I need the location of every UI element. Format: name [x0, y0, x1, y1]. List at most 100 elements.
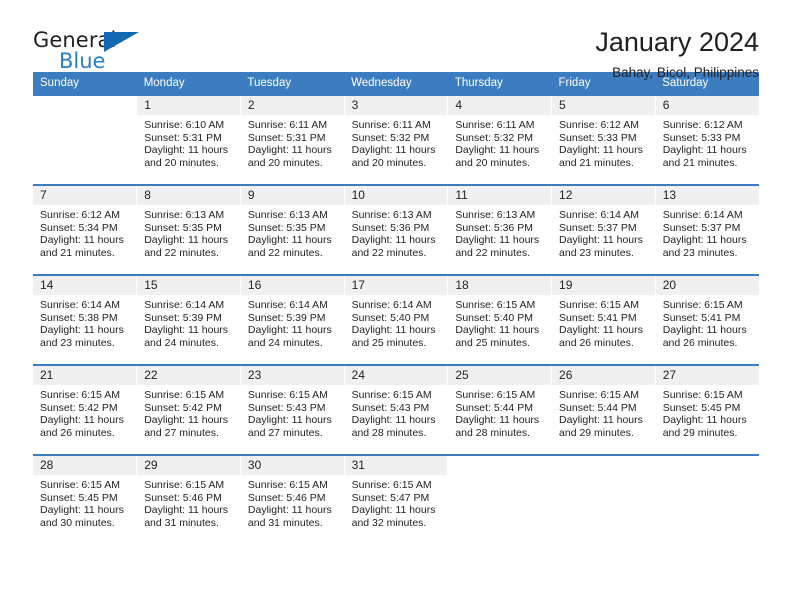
- day-number: 7: [33, 186, 137, 205]
- day-cell-inner: [448, 456, 552, 545]
- calendar-day-cell[interactable]: 1 Sunrise: 6:10 AM Sunset: 5:31 PM Daylight…: [136, 94, 241, 185]
- detail-daylight1: Daylight: 11 hours: [351, 144, 436, 157]
- calendar-day-cell[interactable]: 6 Sunrise: 6:12 AM Sunset: 5:33 PM Daylight…: [655, 94, 759, 185]
- calendar-day-cell[interactable]: 4 Sunrise: 6:11 AM Sunset: 5:32 PM Daylight…: [447, 94, 553, 185]
- calendar-day-cell[interactable]: 26 Sunrise: 6:15 AM Sunset: 5:44 PM Dayligh…: [551, 364, 656, 455]
- detail-sunset: Sunset: 5:33 PM: [662, 131, 741, 144]
- day-cell-inner: 5 Sunrise: 6:12 AM Sunset: 5:33 PM Daylight…: [552, 96, 655, 184]
- detail-daylight1: Daylight: 11 hours: [662, 414, 747, 427]
- day-details: Sunrise: 6:15 AM Sunset: 5:41 PM Daylight:…: [656, 295, 759, 349]
- day-number: 12: [552, 186, 655, 205]
- detail-sunrise: Sunrise: 6:15 AM: [247, 479, 328, 491]
- day-number: [33, 96, 137, 115]
- detail-daylight1: Daylight: 11 hours: [559, 324, 643, 337]
- detail-sunset: Sunset: 5:45 PM: [662, 401, 741, 414]
- detail-sunset: Sunset: 5:39 PM: [247, 311, 326, 324]
- day-details: Sunrise: 6:15 AM Sunset: 5:45 PM Daylight:…: [656, 385, 759, 439]
- calendar-day-cell[interactable]: 29 Sunrise: 6:15 AM Sunset: 5:46 PM Dayligh…: [136, 454, 241, 545]
- detail-sunset: Sunset: 5:44 PM: [559, 401, 637, 414]
- day-details: Sunrise: 6:10 AM Sunset: 5:31 PM Daylight:…: [137, 115, 240, 169]
- weekday-header-wednesday: Wednesday: [344, 72, 448, 95]
- detail-daylight2: and 21 minutes.: [40, 246, 115, 259]
- calendar-day-cell[interactable]: 12 Sunrise: 6:14 AM Sunset: 5:37 PM Dayligh…: [551, 184, 656, 275]
- calendar-day-cell[interactable]: 13 Sunrise: 6:14 AM Sunset: 5:37 PM Dayligh…: [655, 184, 759, 275]
- calendar-day-cell[interactable]: 16 Sunrise: 6:14 AM Sunset: 5:39 PM Dayligh…: [240, 274, 345, 365]
- detail-sunrise: Sunrise: 6:15 AM: [144, 479, 225, 491]
- day-cell-inner: 26 Sunrise: 6:15 AM Sunset: 5:44 PM Dayligh…: [552, 366, 655, 454]
- page-header: General Blue January 2024 Bahay, Bicol, …: [33, 0, 759, 80]
- calendar-day-cell[interactable]: 15 Sunrise: 6:14 AM Sunset: 5:39 PM Dayligh…: [136, 274, 241, 365]
- day-cell-inner: 19 Sunrise: 6:15 AM Sunset: 5:41 PM Dayligh…: [552, 276, 655, 364]
- calendar-day-cell[interactable]: 5 Sunrise: 6:12 AM Sunset: 5:33 PM Daylight…: [551, 94, 656, 185]
- detail-sunset: Sunset: 5:42 PM: [144, 401, 222, 414]
- day-number: 16: [240, 276, 344, 295]
- detail-daylight2: and 31 minutes.: [144, 516, 219, 529]
- calendar-day-cell[interactable]: 7 Sunrise: 6:12 AM Sunset: 5:34 PM Daylight…: [33, 184, 138, 275]
- calendar-day-cell[interactable]: 8 Sunrise: 6:13 AM Sunset: 5:35 PM Daylight…: [136, 184, 241, 275]
- day-details: Sunrise: 6:15 AM Sunset: 5:47 PM Daylight:…: [345, 475, 448, 529]
- detail-daylight1: Daylight: 11 hours: [559, 144, 643, 157]
- calendar-day-cell[interactable]: 25 Sunrise: 6:15 AM Sunset: 5:44 PM Dayligh…: [447, 364, 553, 455]
- day-cell-inner: 23 Sunrise: 6:15 AM Sunset: 5:43 PM Dayligh…: [240, 366, 344, 454]
- calendar-day-cell[interactable]: 17 Sunrise: 6:14 AM Sunset: 5:40 PM Dayligh…: [344, 274, 449, 365]
- calendar-day-cell[interactable]: 20 Sunrise: 6:15 AM Sunset: 5:41 PM Dayligh…: [655, 274, 759, 365]
- calendar-day-cell[interactable]: 27 Sunrise: 6:15 AM Sunset: 5:45 PM Dayligh…: [655, 364, 759, 455]
- calendar-day-cell[interactable]: 23 Sunrise: 6:15 AM Sunset: 5:43 PM Dayligh…: [240, 364, 345, 455]
- calendar-day-cell[interactable]: 10 Sunrise: 6:13 AM Sunset: 5:36 PM Dayligh…: [344, 184, 449, 275]
- day-number: 31: [344, 456, 448, 475]
- calendar-day-cell[interactable]: 3 Sunrise: 6:11 AM Sunset: 5:32 PM Daylight…: [344, 94, 449, 185]
- day-number: 18: [448, 276, 552, 295]
- day-cell-inner: 13 Sunrise: 6:14 AM Sunset: 5:37 PM Dayligh…: [655, 186, 759, 274]
- calendar-body: 1 Sunrise: 6:10 AM Sunset: 5:31 PM Daylight…: [33, 94, 759, 545]
- day-number: 19: [552, 276, 655, 295]
- detail-sunrise: Sunrise: 6:11 AM: [455, 119, 535, 131]
- day-cell-inner: 4 Sunrise: 6:11 AM Sunset: 5:32 PM Daylight…: [448, 96, 552, 184]
- calendar-day-cell[interactable]: 14 Sunrise: 6:14 AM Sunset: 5:38 PM Dayligh…: [33, 274, 138, 365]
- detail-sunset: Sunset: 5:42 PM: [40, 401, 118, 414]
- calendar-day-cell[interactable]: 19 Sunrise: 6:15 AM Sunset: 5:41 PM Dayligh…: [551, 274, 656, 365]
- detail-daylight2: and 21 minutes.: [662, 156, 738, 169]
- day-cell-inner: 1 Sunrise: 6:10 AM Sunset: 5:31 PM Daylight…: [137, 96, 240, 184]
- detail-daylight1: Daylight: 11 hours: [40, 414, 124, 427]
- detail-daylight2: and 28 minutes.: [351, 426, 427, 439]
- day-cell-inner: 7 Sunrise: 6:12 AM Sunset: 5:34 PM Daylight…: [33, 186, 137, 274]
- detail-daylight2: and 23 minutes.: [40, 336, 115, 349]
- weekday-header-sunday: Sunday: [33, 72, 137, 95]
- weekday-header-thursday: Thursday: [447, 72, 552, 95]
- calendar-empty-cell: [447, 454, 553, 545]
- detail-sunrise: Sunrise: 6:15 AM: [559, 389, 639, 401]
- detail-sunrise: Sunrise: 6:13 AM: [455, 209, 536, 221]
- general-blue-logo[interactable]: General Blue: [33, 25, 153, 73]
- detail-daylight1: Daylight: 11 hours: [559, 414, 643, 427]
- calendar-day-cell[interactable]: 21 Sunrise: 6:15 AM Sunset: 5:42 PM Dayligh…: [33, 364, 138, 455]
- day-details: Sunrise: 6:13 AM Sunset: 5:36 PM Daylight:…: [345, 205, 448, 259]
- detail-daylight2: and 20 minutes.: [455, 156, 531, 169]
- day-details: Sunrise: 6:15 AM Sunset: 5:46 PM Daylight:…: [137, 475, 240, 529]
- calendar-day-cell[interactable]: 22 Sunrise: 6:15 AM Sunset: 5:42 PM Dayligh…: [136, 364, 241, 455]
- calendar-week-row: 7 Sunrise: 6:12 AM Sunset: 5:34 PM Daylight…: [33, 184, 759, 275]
- detail-sunrise: Sunrise: 6:14 AM: [351, 299, 432, 311]
- detail-daylight2: and 26 minutes.: [559, 336, 634, 349]
- detail-sunset: Sunset: 5:41 PM: [559, 311, 637, 324]
- calendar-day-cell[interactable]: 30 Sunrise: 6:15 AM Sunset: 5:46 PM Dayligh…: [240, 454, 345, 545]
- day-details: Sunrise: 6:14 AM Sunset: 5:39 PM Daylight:…: [241, 295, 344, 349]
- day-number: 4: [448, 96, 552, 115]
- day-cell-inner: 12 Sunrise: 6:14 AM Sunset: 5:37 PM Dayligh…: [552, 186, 655, 274]
- calendar-day-cell[interactable]: 11 Sunrise: 6:13 AM Sunset: 5:36 PM Dayligh…: [447, 184, 553, 275]
- day-number: 10: [344, 186, 448, 205]
- calendar-day-cell[interactable]: 31 Sunrise: 6:15 AM Sunset: 5:47 PM Dayligh…: [344, 454, 449, 545]
- calendar-day-cell[interactable]: 18 Sunrise: 6:15 AM Sunset: 5:40 PM Dayligh…: [447, 274, 553, 365]
- calendar-day-cell[interactable]: 24 Sunrise: 6:15 AM Sunset: 5:43 PM Dayligh…: [344, 364, 449, 455]
- calendar-day-cell[interactable]: 2 Sunrise: 6:11 AM Sunset: 5:31 PM Daylight…: [240, 94, 345, 185]
- detail-sunset: Sunset: 5:37 PM: [662, 221, 741, 234]
- day-cell-inner: 11 Sunrise: 6:13 AM Sunset: 5:36 PM Dayligh…: [448, 186, 552, 274]
- weekday-header-tuesday: Tuesday: [240, 72, 345, 95]
- logo-text-blue: Blue: [59, 49, 106, 73]
- day-number: 25: [448, 366, 552, 385]
- day-details: Sunrise: 6:14 AM Sunset: 5:37 PM Daylight:…: [552, 205, 655, 259]
- detail-daylight1: Daylight: 11 hours: [247, 414, 332, 427]
- calendar-day-cell[interactable]: 9 Sunrise: 6:13 AM Sunset: 5:35 PM Daylight…: [240, 184, 345, 275]
- detail-sunset: Sunset: 5:32 PM: [455, 131, 533, 144]
- calendar-day-cell[interactable]: 28 Sunrise: 6:15 AM Sunset: 5:45 PM Dayligh…: [33, 454, 138, 545]
- detail-sunrise: Sunrise: 6:14 AM: [247, 299, 328, 311]
